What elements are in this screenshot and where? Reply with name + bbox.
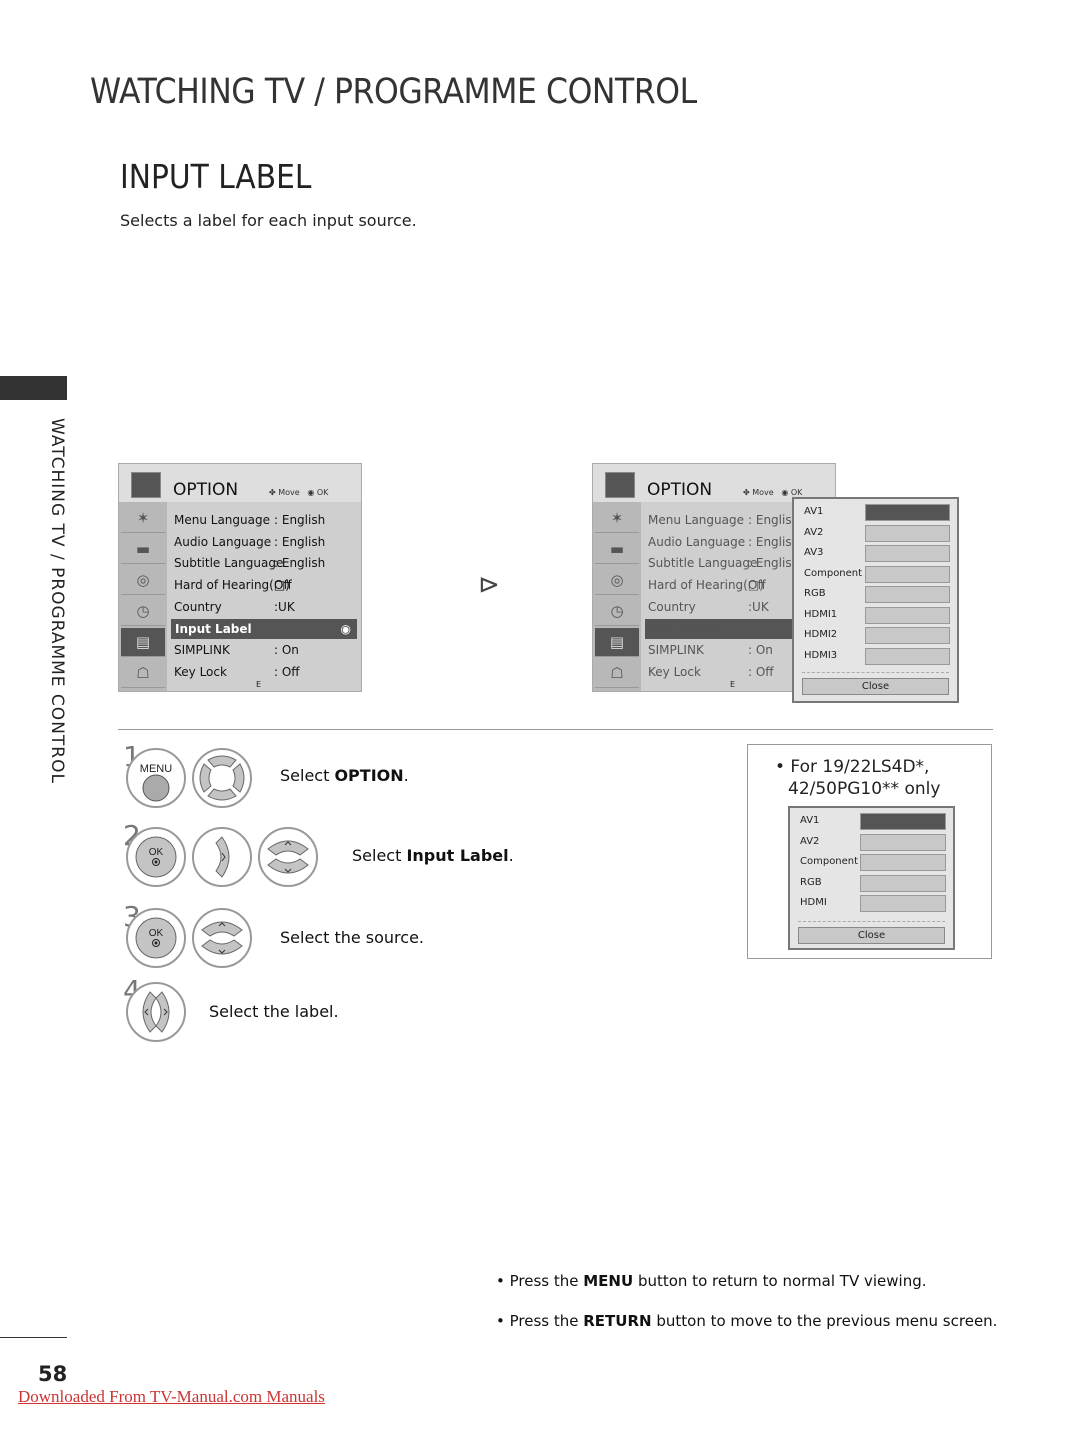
bullet-return: • Press the RETURN button to move to the… (496, 1312, 998, 1330)
lock-icon[interactable]: ☖ (121, 659, 165, 688)
side-tab-marker (0, 376, 67, 400)
input-source-label: HDMI3 (804, 649, 838, 661)
satellite-icon[interactable]: ✶ (595, 504, 639, 533)
page-number: 58 (38, 1362, 68, 1386)
input-source-label: AV3 (804, 547, 824, 558)
option-icon[interactable]: ▤ (595, 628, 639, 657)
label-field[interactable] (865, 586, 950, 603)
audio-icon[interactable]: ◎ (121, 566, 165, 595)
label-field[interactable] (865, 606, 950, 624)
menu-item[interactable]: Audio Language: English (174, 532, 354, 552)
manual-page: WATCHING TV / PROGRAMME CONTROL INPUT LA… (0, 0, 1080, 1439)
right-button-icon (192, 827, 252, 887)
input-label-popup: AV1 AV2 Component RGB HDMI Close (788, 806, 955, 950)
label-field[interactable] (860, 833, 946, 851)
menu-item[interactable]: Input Label ◉ (171, 618, 357, 639)
picture-icon[interactable]: ▬ (595, 535, 639, 564)
input-source-label: HDMI1 (804, 608, 838, 620)
menu-hint: ✤ Move ◉ OK (743, 488, 803, 497)
note-line-1: • For 19/22LS4D*, (775, 757, 930, 777)
navigation-button-icon (192, 748, 252, 808)
svg-text:MENU: MENU (140, 763, 172, 775)
time-icon[interactable]: ◷ (595, 597, 639, 626)
menu-item[interactable]: Menu Language: English (174, 510, 354, 530)
download-link[interactable]: Downloaded From TV-Manual.com Manuals (18, 1387, 325, 1407)
menu-icon-column: ✶ ▬ ◎ ◷ ▤ ☖ (593, 502, 641, 691)
input-source-label: AV1 (800, 815, 820, 826)
option-icon[interactable]: ▤ (121, 628, 165, 657)
up-down-button-icon (258, 827, 318, 887)
label-field[interactable] (865, 565, 950, 583)
input-label-popup: AV1 AV2 AV3 Component RGB HDMI1 HDMI2 HDMI3 Clos… (792, 497, 959, 703)
section-title: WATCHING TV / PROGRAMME CONTROL (90, 72, 697, 112)
input-source-label: RGB (804, 588, 826, 599)
menu-item[interactable]: Hard of Hearing(□) Off (174, 575, 354, 595)
audio-icon[interactable]: ◎ (595, 566, 639, 595)
label-field[interactable] (865, 627, 950, 644)
step-instruction: Select OPTION. (280, 766, 409, 785)
bullet-menu: • Press the MENU button to return to nor… (496, 1272, 927, 1290)
menu-icon-column: ✶ ▬ ◎ ◷ ▤ ☖ (119, 502, 167, 691)
footer-divider (0, 1337, 67, 1338)
input-source-label: AV2 (800, 835, 820, 847)
divider (118, 729, 993, 730)
input-source-label: HDMI (800, 897, 827, 908)
note-line-2: 42/50PG10** only (788, 779, 941, 799)
label-field[interactable] (860, 813, 946, 830)
menu-item[interactable]: Country:UK (174, 597, 354, 617)
svg-text:OK: OK (149, 847, 164, 858)
option-icon (131, 472, 161, 498)
model-note-title: • For 19/22LS4D*, 42/50PG10** only (775, 756, 940, 800)
option-icon (605, 472, 635, 498)
input-source-label: AV1 (804, 506, 824, 517)
menu-title: OPTION (173, 480, 239, 500)
close-button[interactable]: Close (802, 678, 949, 695)
lock-icon[interactable]: ☖ (595, 659, 639, 688)
subtitle: Selects a label for each input source. (120, 211, 417, 230)
ok-button-icon: OK (126, 908, 186, 968)
menu-hint: ✤ Move ◉ OK (269, 488, 329, 497)
svg-text:OK: OK (149, 928, 164, 939)
input-source-label: RGB (800, 876, 822, 888)
step-instruction: Select the source. (280, 928, 425, 947)
label-field[interactable] (865, 545, 950, 562)
step-instruction: Select Input Label. (352, 846, 514, 865)
arrow-right-icon: ⊳ (478, 570, 500, 600)
label-field[interactable] (865, 647, 950, 665)
input-source-label: Component (804, 567, 863, 579)
left-right-button-icon (126, 982, 186, 1042)
menu-title: OPTION (647, 480, 713, 500)
input-source-label: Component (800, 856, 859, 867)
time-icon[interactable]: ◷ (121, 597, 165, 626)
menu-item[interactable]: SIMPLINK: On (174, 640, 354, 660)
menu-item[interactable]: Subtitle Language: English (174, 553, 354, 573)
menu-button-icon: MENU (126, 748, 186, 808)
option-menu: OPTION ✤ Move ◉ OK ✶ ▬ ◎ ◷ ▤ ☖ Menu Language: En… (118, 463, 362, 692)
up-down-button-icon (192, 908, 252, 968)
ok-button-icon: OK (126, 827, 186, 887)
label-field[interactable] (865, 504, 950, 521)
side-tab-label: WATCHING TV / PROGRAMME CONTROL (47, 418, 67, 784)
menu-header: OPTION ✤ Move ◉ OK (119, 464, 361, 502)
ok-icon: ◉ (340, 621, 351, 636)
input-source-label: HDMI2 (804, 629, 838, 640)
step-instruction: Select the label. (209, 1002, 339, 1021)
menu-item[interactable]: Key Lock: Off (174, 662, 354, 682)
label-field[interactable] (860, 874, 946, 892)
label-field[interactable] (860, 854, 946, 871)
satellite-icon[interactable]: ✶ (121, 504, 165, 533)
page-title: INPUT LABEL (120, 157, 312, 196)
picture-icon[interactable]: ▬ (121, 535, 165, 564)
menu-item[interactable]: Input Label (645, 618, 795, 639)
label-field[interactable] (860, 895, 946, 912)
input-source-label: AV2 (804, 526, 824, 538)
label-field[interactable] (865, 524, 950, 542)
close-button[interactable]: Close (798, 927, 945, 944)
